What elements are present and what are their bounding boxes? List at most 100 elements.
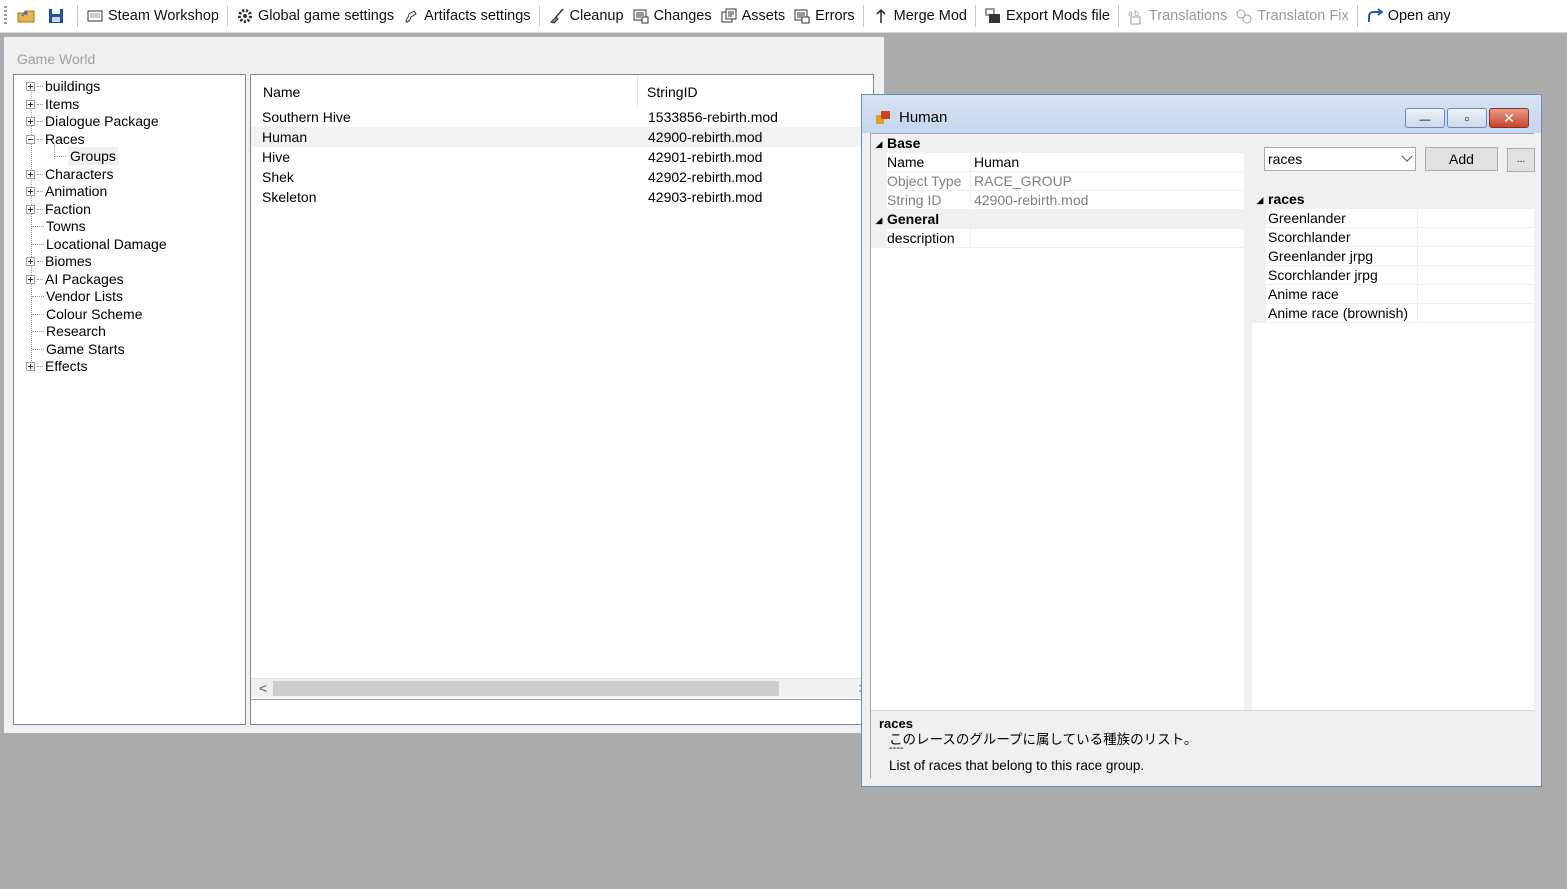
item-list[interactable]: Name StringID Southern Hive 1533856-rebi… xyxy=(250,74,874,725)
races-list[interactable]: ◢ races Greenlander Scorchlander Greenlan… xyxy=(1252,190,1534,710)
human-window: Human — ▫ ✕ ◢ Base Name Human Object Type… xyxy=(861,94,1542,787)
expand-icon[interactable] xyxy=(26,169,35,179)
tree-item-groups[interactable]: Groups xyxy=(54,147,118,165)
assets-button[interactable]: Assets xyxy=(716,3,790,29)
tree-item-game-starts[interactable]: Game Starts xyxy=(32,340,125,358)
translations-label: Translations xyxy=(1148,8,1228,24)
property-row-object-type[interactable]: Object Type RACE_GROUP xyxy=(871,172,1244,191)
minimize-button[interactable]: — xyxy=(1405,108,1445,128)
tree-item-effects[interactable]: Effects xyxy=(26,357,88,375)
dropdown-value: races xyxy=(1268,151,1303,167)
expand-icon[interactable] xyxy=(26,204,35,214)
window-titlebar[interactable]: Human — ▫ ✕ xyxy=(862,95,1541,133)
collapse-icon[interactable] xyxy=(26,134,35,144)
tree-item-races[interactable]: Races xyxy=(26,130,85,148)
workshop-icon xyxy=(87,10,103,22)
artifacts-settings-label: Artifacts settings xyxy=(424,8,531,24)
maximize-button[interactable]: ▫ xyxy=(1447,108,1487,128)
race-row[interactable]: Scorchlander jrpg xyxy=(1252,266,1534,285)
category-general[interactable]: ◢ General xyxy=(871,210,1244,229)
property-row-description[interactable]: description xyxy=(871,229,1244,248)
table-row[interactable]: Hive 42901-rebirth.mod xyxy=(251,147,873,167)
collapse-triangle-icon[interactable]: ◢ xyxy=(871,211,887,230)
open-button[interactable] xyxy=(13,3,43,29)
tree-item-locational-damage[interactable]: Locational Damage xyxy=(32,235,167,253)
cleanup-button[interactable]: Cleanup xyxy=(544,3,628,29)
property-row-name[interactable]: Name Human xyxy=(871,153,1244,172)
global-game-settings-button[interactable]: Global game settings xyxy=(232,3,398,29)
toolbar-grip[interactable] xyxy=(4,6,7,26)
column-header-name[interactable]: Name xyxy=(263,84,300,100)
expand-icon[interactable] xyxy=(26,99,35,109)
errors-button[interactable]: Errors xyxy=(789,3,858,29)
column-header-stringid[interactable]: StringID xyxy=(647,84,698,100)
open-any-button[interactable]: Open any xyxy=(1362,3,1455,29)
race-row[interactable]: Scorchlander xyxy=(1252,228,1534,247)
expand-icon[interactable] xyxy=(26,361,35,371)
tree-item-characters[interactable]: Characters xyxy=(26,165,113,183)
property-grid[interactable]: ◢ Base Name Human Object Type RACE_GROUP … xyxy=(871,134,1244,710)
tree-item-vendor-lists[interactable]: Vendor Lists xyxy=(32,287,123,305)
tree-item-ai-packages[interactable]: AI Packages xyxy=(26,270,124,288)
scroll-left-arrow[interactable]: < xyxy=(259,680,267,696)
tree-item-towns[interactable]: Towns xyxy=(32,217,86,235)
race-row[interactable]: Anime race (brownish) xyxy=(1252,304,1534,323)
category-tree[interactable]: buildings Items Dialogue Package Races G… xyxy=(13,74,246,725)
artifacts-settings-button[interactable]: Artifacts settings xyxy=(398,3,534,29)
property-row-string-id[interactable]: String ID 42900-rebirth.mod xyxy=(871,191,1244,210)
save-button[interactable] xyxy=(43,3,73,29)
merge-mod-button[interactable]: Merge Mod xyxy=(868,3,971,29)
export-mods-file-button[interactable]: Export Mods file xyxy=(980,3,1114,29)
steam-workshop-button[interactable]: Steam Workshop xyxy=(82,3,223,29)
category-base[interactable]: ◢ Base xyxy=(871,134,1244,153)
collapse-triangle-icon[interactable]: ◢ xyxy=(1252,191,1268,210)
more-button[interactable]: ... xyxy=(1507,148,1535,172)
column-divider[interactable] xyxy=(637,75,638,107)
table-row[interactable]: Shek 42902-rebirth.mod xyxy=(251,167,873,187)
expand-icon[interactable] xyxy=(26,116,35,126)
broom-icon xyxy=(549,8,564,24)
table-row[interactable]: Skeleton 42903-rebirth.mod xyxy=(251,187,873,207)
close-button[interactable]: ✕ xyxy=(1489,108,1529,128)
tree-item-buildings[interactable]: buildings xyxy=(26,77,100,95)
category-races[interactable]: ◢ races xyxy=(1252,190,1534,209)
table-row[interactable]: Southern Hive 1533856-rebirth.mod xyxy=(251,107,873,127)
tree-item-research[interactable]: Research xyxy=(32,322,106,340)
expand-icon[interactable] xyxy=(26,186,35,196)
expand-icon[interactable] xyxy=(26,81,35,91)
horizontal-scrollbar[interactable]: < > xyxy=(251,678,873,697)
tree-item-animation[interactable]: Animation xyxy=(26,182,107,200)
race-name: Greenlander jrpg xyxy=(1268,247,1418,266)
translation-fix-button[interactable]: Translaton Fix xyxy=(1231,3,1352,29)
row-stringid: 42901-rebirth.mod xyxy=(648,149,763,165)
tree-item-biomes[interactable]: Biomes xyxy=(26,252,92,270)
race-row[interactable]: Greenlander xyxy=(1252,209,1534,228)
collapse-triangle-icon[interactable]: ◢ xyxy=(871,135,887,154)
list-type-dropdown[interactable]: races xyxy=(1264,147,1416,171)
tree-item-label: Game Starts xyxy=(46,341,125,357)
add-button[interactable]: Add xyxy=(1425,147,1498,171)
merge-mod-label: Merge Mod xyxy=(893,8,967,24)
cleanup-label: Cleanup xyxy=(569,8,624,24)
row-stringid: 42903-rebirth.mod xyxy=(648,189,763,205)
row-stringid: 42902-rebirth.mod xyxy=(648,169,763,185)
changes-button[interactable]: Changes xyxy=(628,3,716,29)
race-row[interactable]: Anime race xyxy=(1252,285,1534,304)
table-row-selected[interactable]: Human 42900-rebirth.mod xyxy=(251,127,873,147)
tree-item-dialogue-package[interactable]: Dialogue Package xyxy=(26,112,159,130)
row-stringid: 42900-rebirth.mod xyxy=(648,129,763,145)
errors-label: Errors xyxy=(815,8,855,24)
tree-item-colour-scheme[interactable]: Colour Scheme xyxy=(32,305,143,323)
translations-button[interactable]: a b Translations xyxy=(1123,3,1231,29)
list-properties-panel: races Add ... ◢ races Greenlander Scorchl… xyxy=(1244,134,1535,710)
tree-item-items[interactable]: Items xyxy=(26,95,79,113)
race-row[interactable]: Greenlander jrpg xyxy=(1252,247,1534,266)
expand-icon[interactable] xyxy=(26,256,35,266)
tree-item-faction[interactable]: Faction xyxy=(26,200,91,218)
tree-item-label: Animation xyxy=(45,183,108,199)
property-value[interactable]: Human xyxy=(974,153,1019,172)
game-world-title: Game World xyxy=(17,51,96,67)
scroll-thumb[interactable] xyxy=(273,681,779,696)
expand-icon[interactable] xyxy=(26,274,35,284)
tree-item-label: Colour Scheme xyxy=(46,306,143,322)
